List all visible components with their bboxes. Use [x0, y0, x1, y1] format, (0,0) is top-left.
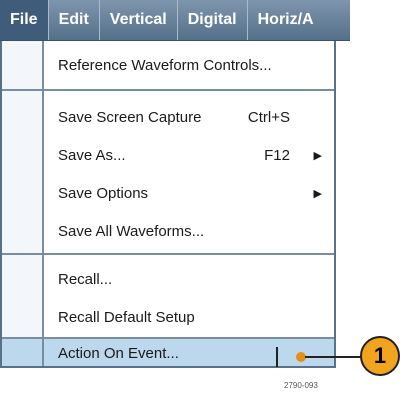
menu-item-label: Save Options — [58, 184, 149, 202]
menu-item-action-on-event[interactable]: Action On Event... — [44, 339, 334, 366]
menu-item-label: Action On Event... — [58, 345, 179, 362]
menu-edit[interactable]: Edit — [49, 0, 100, 40]
menu-bar: File Edit Vertical Digital Horiz/A — [0, 0, 350, 41]
menu-horizontal[interactable]: Horiz/A — [248, 0, 324, 40]
menu-item-label: Recall Default Setup — [58, 308, 195, 326]
menu-item-label: Reference Waveform Controls... — [58, 56, 272, 74]
menu-item-label: Save Screen Capture — [58, 108, 202, 126]
menu-item-label: Save As... — [58, 146, 126, 164]
submenu-arrow-icon: ▶ — [313, 149, 322, 162]
text-cursor-icon — [276, 347, 278, 367]
file-dropdown-menu: Reference Waveform Controls... Save Scre… — [0, 41, 336, 368]
menu-item-shortcut: Ctrl+S — [247, 108, 290, 126]
submenu-arrow-icon: ▶ — [313, 187, 322, 200]
menu-gutter-highlight — [2, 339, 42, 366]
callout-leader-line — [305, 356, 361, 358]
menu-item-save-as[interactable]: Save As... F12 ▶ — [44, 137, 334, 173]
menu-item-label: Save All Waveforms... — [58, 222, 205, 240]
menu-file[interactable]: File — [0, 0, 49, 40]
menu-item-label: Recall... — [58, 270, 113, 288]
callout-badge: 1 — [360, 336, 400, 376]
menu-digital[interactable]: Digital — [178, 0, 248, 40]
menu-item-save-options[interactable]: Save Options ▶ — [44, 175, 334, 211]
menu-item-shortcut: F12 — [264, 146, 290, 164]
menu-item-save-all-waveforms[interactable]: Save All Waveforms... — [44, 213, 334, 249]
menu-item-recall[interactable]: Recall... — [44, 261, 334, 297]
menu-vertical[interactable]: Vertical — [100, 0, 178, 40]
figure-reference: 2790-093 — [284, 381, 318, 390]
menu-item-save-screen-capture[interactable]: Save Screen Capture Ctrl+S — [44, 99, 334, 135]
menu-separator — [2, 89, 334, 91]
menu-item-reference-waveform-controls[interactable]: Reference Waveform Controls... — [44, 47, 334, 83]
menu-separator — [2, 253, 334, 255]
menu-item-recall-default-setup[interactable]: Recall Default Setup — [44, 299, 334, 335]
